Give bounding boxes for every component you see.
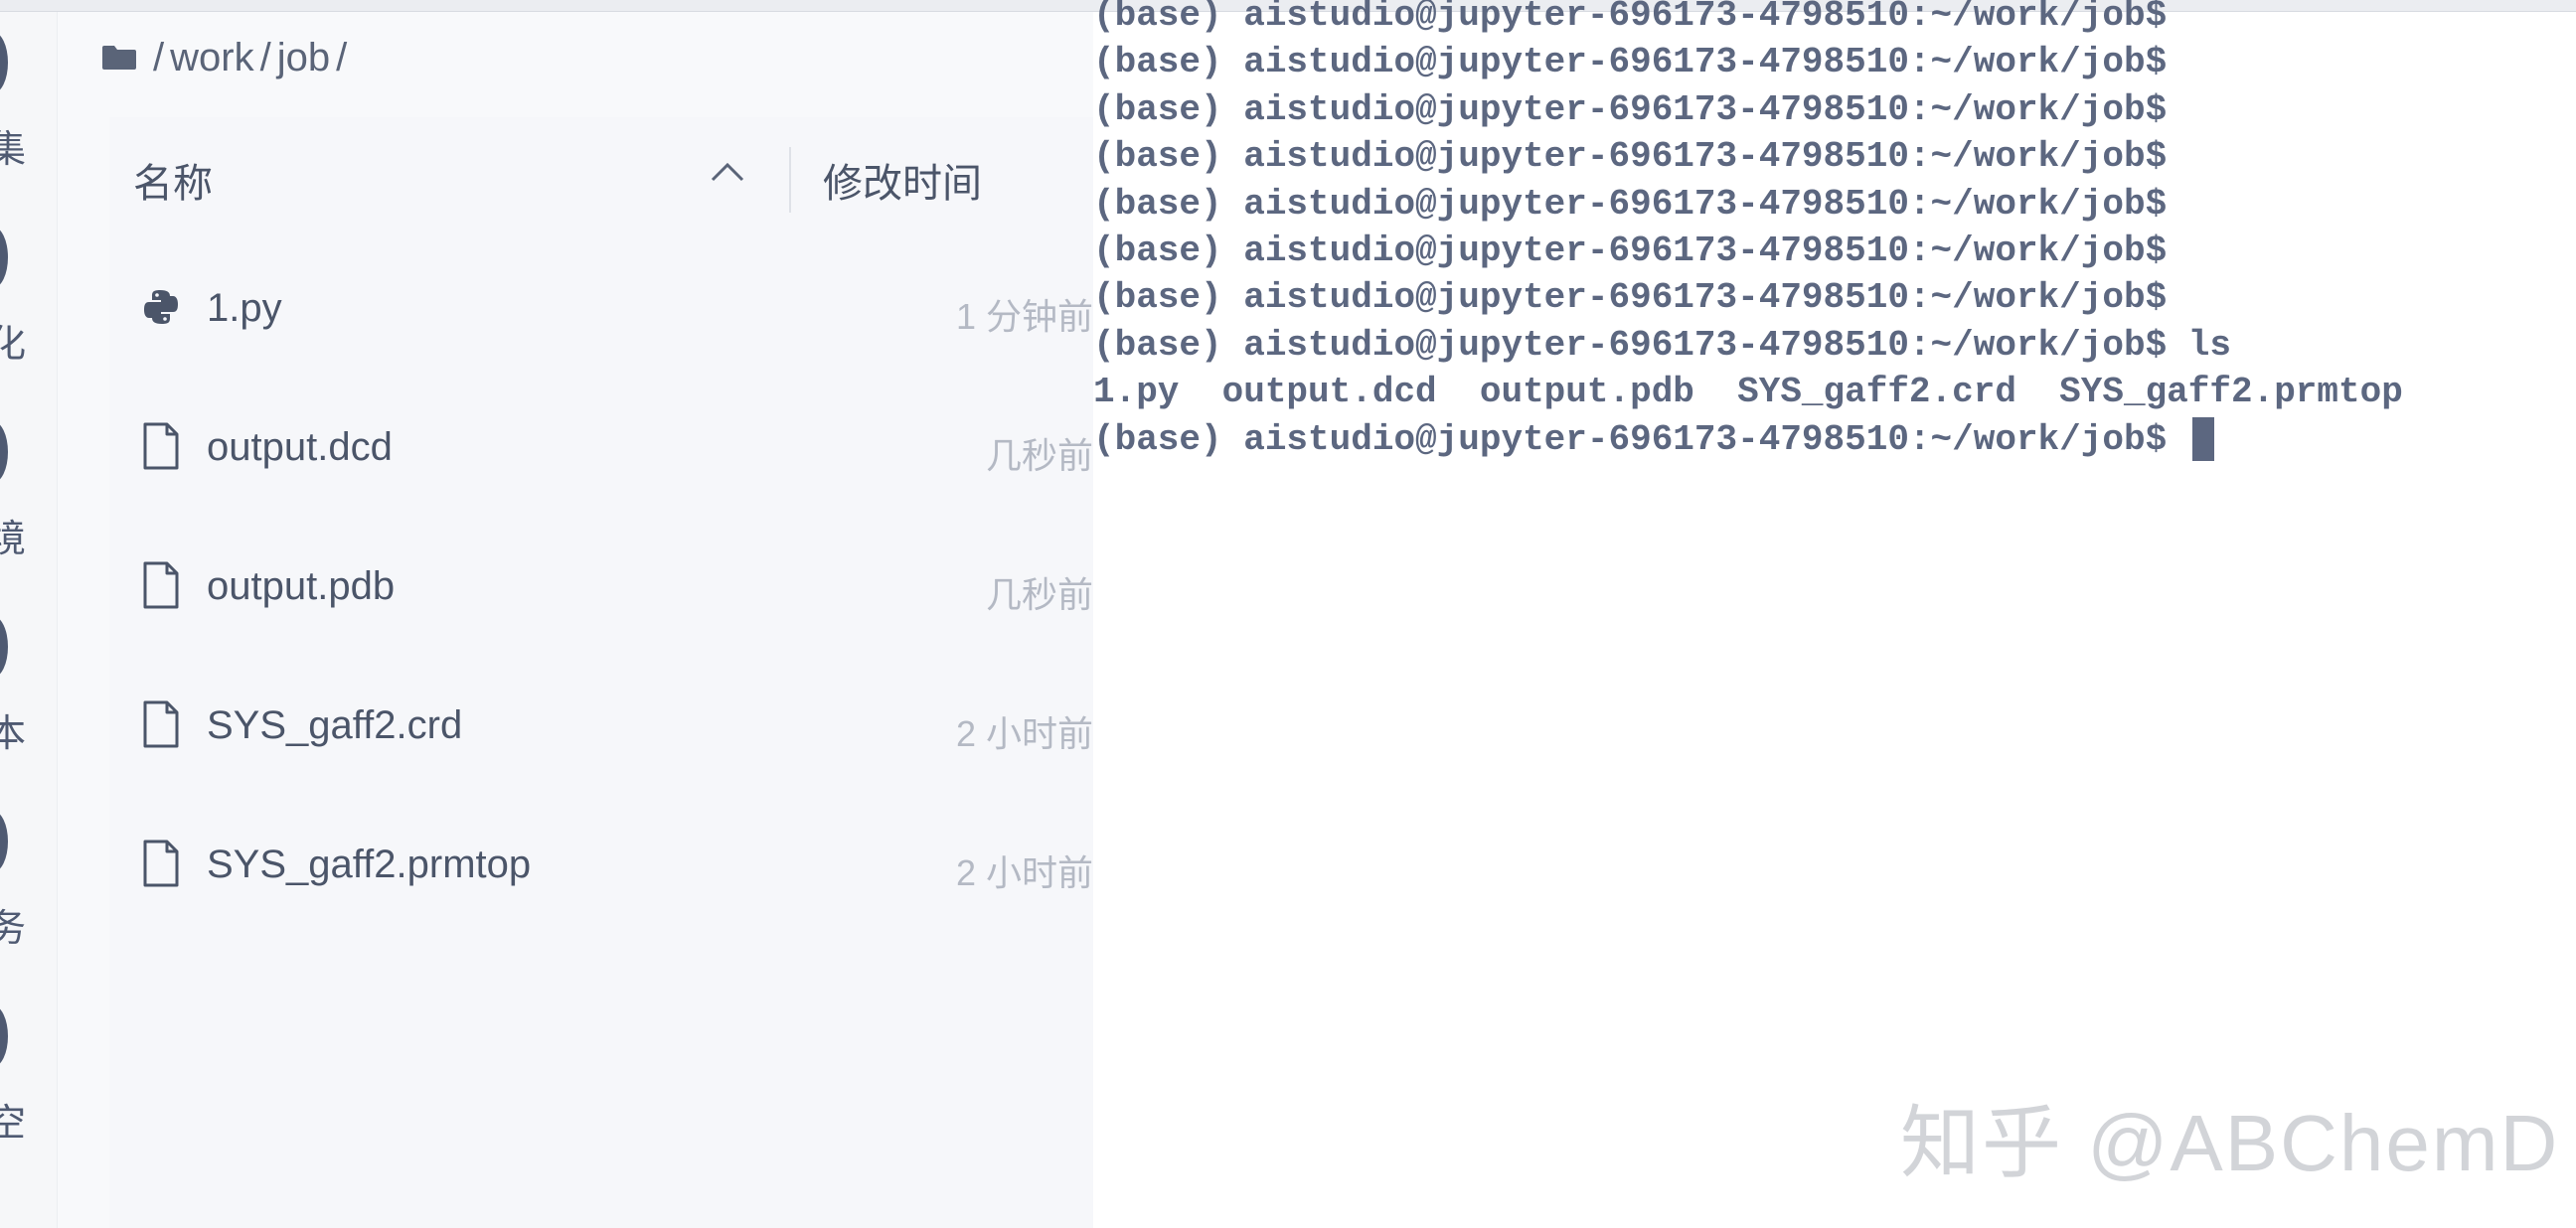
circle-icon — [0, 1005, 8, 1067]
chevron-up-icon[interactable] — [710, 161, 745, 183]
rail-item-label: 集 — [0, 131, 26, 169]
breadcrumb-separator: / — [153, 35, 165, 79]
file-icon — [143, 840, 179, 887]
file-modified-time: 几秒前 — [985, 574, 1093, 615]
rail-item-label: 化 — [0, 326, 26, 364]
terminal-line: (base) aistudio@jupyter-696173-4798510:~… — [1093, 183, 2168, 225]
terminal-line: (base) aistudio@jupyter-696173-4798510:~… — [1093, 0, 2168, 36]
terminal-prompt: (base) aistudio@jupyter-696173-4798510:~… — [1093, 418, 2188, 460]
breadcrumb: / work / job / — [101, 28, 347, 87]
file-modified-time: 2 小时前 — [955, 713, 1093, 754]
file-browser: / work / job / 名称 修改时间 1.py 1 分钟前 output… — [58, 12, 1109, 1228]
file-icon — [143, 422, 179, 470]
terminal-line: (base) aistudio@jupyter-696173-4798510:~… — [1093, 230, 2168, 271]
breadcrumb-separator: / — [336, 35, 348, 79]
file-modified-time: 1 分钟前 — [955, 296, 1093, 337]
rail-item-label: 务 — [0, 910, 26, 948]
terminal-line: (base) aistudio@jupyter-696173-4798510:~… — [1093, 324, 2231, 366]
breadcrumb-item-work[interactable]: work — [170, 36, 253, 80]
rail-item-label: 本 — [0, 715, 26, 753]
terminal-line: (base) aistudio@jupyter-696173-4798510:~… — [1093, 88, 2168, 130]
file-name: 1.py — [207, 286, 282, 330]
circle-icon — [0, 811, 8, 872]
file-row[interactable]: SYS_gaff2.prmtop 2 小时前 — [109, 797, 1093, 936]
rail-item-label: 境 — [0, 521, 26, 558]
listing-header: 名称 修改时间 — [109, 117, 1093, 240]
folder-icon[interactable] — [101, 45, 137, 71]
rail-item-3[interactable]: 境 — [0, 421, 57, 558]
terminal-output: (base) aistudio@jupyter-696173-4798510:~… — [1093, 0, 2576, 463]
activity-rail: 集 化 境 本 务 空 — [0, 12, 58, 1228]
rail-item-2[interactable]: 化 — [0, 227, 57, 364]
rail-item-6[interactable]: 空 — [0, 1005, 57, 1143]
watermark: 知乎 @ABChemD — [1900, 1099, 2560, 1187]
file-row[interactable]: output.pdb 几秒前 — [109, 519, 1093, 658]
circle-icon — [0, 32, 8, 93]
terminal-line: (base) aistudio@jupyter-696173-4798510:~… — [1093, 42, 2168, 83]
python-icon — [144, 290, 178, 324]
column-divider[interactable] — [789, 147, 791, 213]
terminal-line: 1.py output.dcd output.pdb SYS_gaff2.crd… — [1093, 372, 2403, 413]
circle-icon — [0, 227, 8, 288]
breadcrumb-item-job[interactable]: job — [277, 36, 330, 80]
file-row[interactable]: SYS_gaff2.crd 2 小时前 — [109, 658, 1093, 797]
terminal-line: (base) aistudio@jupyter-696173-4798510:~… — [1093, 136, 2168, 178]
rail-item-5[interactable]: 务 — [0, 811, 57, 948]
file-name: SYS_gaff2.crd — [207, 703, 463, 747]
rail-item-1[interactable]: 集 — [0, 32, 57, 169]
circle-icon — [0, 421, 8, 483]
breadcrumb-separator: / — [259, 35, 271, 79]
file-icon — [143, 700, 179, 748]
file-modified-time: 几秒前 — [985, 435, 1093, 476]
column-header-name[interactable]: 名称 — [133, 151, 213, 209]
file-modified-time: 2 小时前 — [955, 852, 1093, 893]
app-window: 集 化 境 本 务 空 / work / — [0, 0, 2576, 1228]
terminal-cursor — [2191, 417, 2214, 461]
file-name: output.dcd — [207, 425, 393, 469]
file-name: SYS_gaff2.prmtop — [207, 843, 532, 886]
terminal-prompt-line: (base) aistudio@jupyter-696173-4798510:~… — [1093, 416, 2576, 463]
terminal-panel[interactable]: (base) aistudio@jupyter-696173-4798510:~… — [1093, 0, 2576, 1228]
file-row[interactable]: 1.py 1 分钟前 — [109, 240, 1093, 380]
file-row[interactable]: output.dcd 几秒前 — [109, 380, 1093, 519]
rail-item-label: 空 — [0, 1105, 26, 1143]
file-listing: 名称 修改时间 1.py 1 分钟前 output.dcd 几秒前 output… — [109, 117, 1093, 1228]
rail-item-4[interactable]: 本 — [0, 616, 57, 753]
file-name: output.pdb — [207, 564, 396, 608]
file-icon — [143, 561, 179, 609]
terminal-line: (base) aistudio@jupyter-696173-4798510:~… — [1093, 277, 2168, 319]
column-header-modified[interactable]: 修改时间 — [823, 151, 982, 209]
circle-icon — [0, 616, 8, 678]
